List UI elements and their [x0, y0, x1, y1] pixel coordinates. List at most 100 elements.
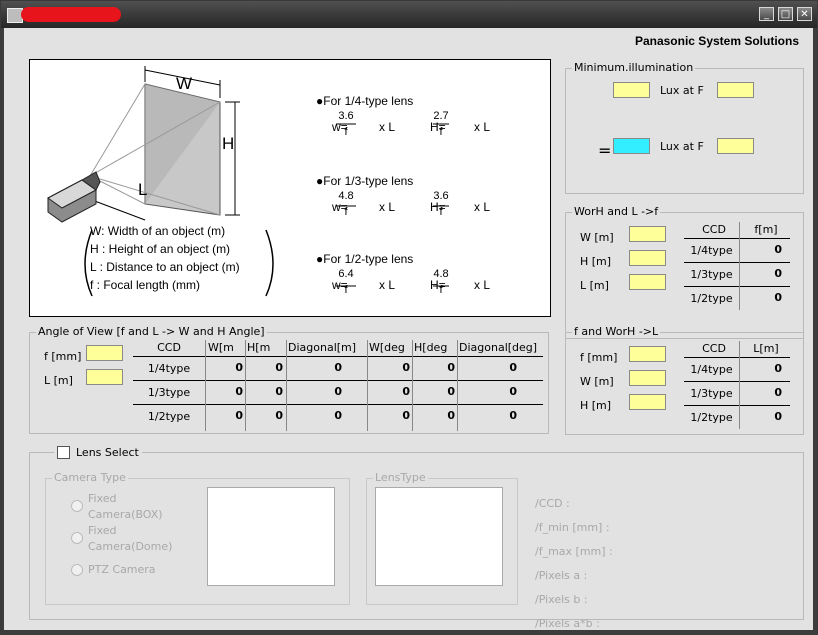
camera-box-radio[interactable]: [71, 500, 83, 512]
f-worh-to-l-title: f and WorH ->L: [572, 325, 661, 338]
col-h-deg: H[deg: [414, 341, 448, 354]
lens-select-group: Lens Select Camera Type Fixed Camera(BOX…: [29, 446, 804, 630]
f-value: 0: [774, 291, 782, 304]
width-label: W: [176, 74, 193, 93]
table-divider: [412, 340, 413, 431]
table-rule: [133, 380, 543, 381]
col-ccd: CCD: [157, 341, 181, 354]
w-suffix: x L: [379, 120, 396, 134]
f-mm-label: f [mm]: [44, 350, 82, 363]
lens-third-title: ●For 1/3-type lens: [316, 174, 414, 188]
diagonal-deg-value: 0: [509, 409, 517, 422]
f-mm-input[interactable]: [86, 345, 123, 361]
w-input[interactable]: [629, 226, 666, 242]
worh-to-f-group: WorH and L ->f W [m] H [m] L [m] CCD f[m…: [565, 205, 804, 339]
w-m-label: W [m]: [580, 375, 614, 388]
w-value: 0: [235, 361, 243, 374]
h-numerator: 2.7: [433, 110, 449, 122]
h-deg-value: 0: [447, 409, 455, 422]
w-m-input[interactable]: [629, 370, 666, 386]
camera-box-label: Fixed Camera(BOX): [88, 492, 163, 521]
camera-dome-radio[interactable]: [71, 532, 83, 544]
diagonal-value: 0: [334, 361, 342, 374]
l-header: L[m]: [753, 342, 779, 355]
min-illumination-title: Minimum.illumination: [572, 61, 696, 74]
lens-model-list[interactable]: [375, 487, 503, 586]
lens-select-checkbox[interactable]: [57, 446, 70, 459]
ccd-header: CCD: [702, 223, 726, 236]
camera-ptz-radio[interactable]: [71, 564, 83, 576]
h-deg-value: 0: [447, 361, 455, 374]
camera-dome-label: Fixed Camera(Dome): [88, 524, 173, 553]
minimize-button[interactable]: _: [759, 7, 774, 21]
info-f-min: /f_min [mm] :: [535, 521, 610, 534]
f-mm-label: f [mm]: [580, 351, 618, 364]
app-window: _ □ ✕ Panasonic System Solutions W H L W…: [0, 0, 818, 635]
table-rule: [133, 404, 543, 405]
table-rule: [684, 357, 790, 358]
h-suffix: x L: [474, 120, 491, 134]
table-divider: [286, 340, 287, 431]
col-w: W[m: [208, 341, 234, 354]
table-divider: [739, 222, 740, 310]
w-suffix: x L: [379, 278, 396, 292]
lens-select-header: Lens Select: [54, 446, 142, 459]
redacted-title: [21, 7, 121, 22]
h-input[interactable]: [629, 250, 666, 266]
table-rule: [684, 238, 790, 239]
h-suffix: x L: [474, 278, 491, 292]
close-button[interactable]: ✕: [797, 7, 812, 21]
f-number-input-2[interactable]: [717, 138, 754, 154]
distance-label: L: [138, 180, 148, 199]
min-illumination-group: Minimum.illumination Lux at F = Lux at F: [565, 61, 804, 194]
f-value: 0: [774, 267, 782, 280]
camera-type-group: Camera Type Fixed Camera(BOX) Fixed Came…: [45, 471, 350, 605]
lux-at-f-label: Lux at F: [660, 84, 704, 97]
h-label: H [m]: [580, 255, 612, 268]
l-value: 0: [774, 386, 782, 399]
table-divider: [457, 340, 458, 431]
height-label: H: [222, 134, 235, 153]
diagonal-value: 0: [334, 409, 342, 422]
diagonal-value: 0: [334, 385, 342, 398]
w-label: W [m]: [580, 231, 614, 244]
formula-diagram: W H L W: Width of an object (m) H : Heig…: [29, 59, 551, 317]
f-mm-input[interactable]: [629, 346, 666, 362]
ccd-cell: 1/4type: [147, 362, 191, 375]
lux-input[interactable]: [613, 82, 650, 98]
maximize-button[interactable]: □: [778, 7, 793, 21]
info-pixels-a: /Pixels a :: [535, 569, 588, 582]
w-deg-value: 0: [402, 385, 410, 398]
table-rule: [684, 405, 790, 406]
h-m-input[interactable]: [629, 394, 666, 410]
col-w-deg: W[deg: [369, 341, 405, 354]
l-input[interactable]: [629, 274, 666, 290]
ccd-cell: 1/3type: [147, 386, 191, 399]
f-number-input[interactable]: [717, 82, 754, 98]
w-value: 0: [235, 409, 243, 422]
camera-model-list[interactable]: [207, 487, 335, 586]
lens-half-title: ●For 1/2-type lens: [316, 252, 414, 266]
ccd-cell: 1/2type: [690, 411, 733, 424]
l-m-label: L [m]: [44, 374, 73, 387]
angle-of-view-title: Angle of View [f and L -> W and H Angle]: [36, 325, 267, 338]
ccd-cell: 1/3type: [690, 268, 733, 281]
lens-quarter-title: ●For 1/4-type lens: [316, 94, 414, 108]
info-pixels-ab: /Pixels a*b :: [535, 617, 600, 630]
main-panel: Panasonic System Solutions W H L W: Widt…: [4, 28, 813, 630]
info-ccd: /CCD :: [535, 497, 570, 510]
col-h: H[m: [247, 341, 271, 354]
w-deg-value: 0: [402, 361, 410, 374]
ccd-cell: 1/3type: [690, 387, 733, 400]
f-header: f[m]: [754, 223, 778, 236]
table-rule: [684, 262, 790, 263]
w-numerator: 4.8: [338, 190, 354, 202]
table-rule: [684, 381, 790, 382]
lens-type-group: LensType: [366, 471, 518, 605]
info-f-max: /f_max [mm] :: [535, 545, 613, 558]
info-pixels-b: /Pixels b :: [535, 593, 588, 606]
h-denominator: f: [439, 284, 443, 296]
l-m-input[interactable]: [86, 369, 123, 385]
table-divider: [367, 340, 368, 431]
w-denominator: f: [344, 206, 348, 218]
